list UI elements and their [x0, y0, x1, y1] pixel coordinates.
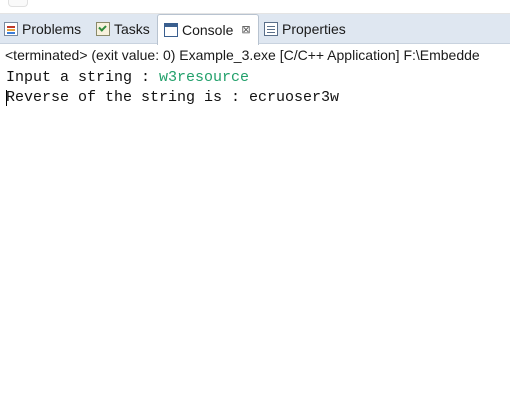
- tab-problems[interactable]: Problems: [4, 14, 81, 44]
- user-input-text: w3resource: [159, 69, 250, 86]
- close-icon[interactable]: ⊠: [241, 24, 250, 36]
- view-tab-bar: Problems Tasks Console ⊠ Properties: [0, 14, 510, 45]
- properties-icon: [264, 22, 278, 36]
- tasks-icon: [96, 22, 110, 36]
- console-icon: [164, 23, 178, 37]
- tab-console-label: Console: [182, 22, 234, 38]
- console-status-line: <terminated> (exit value: 0) Example_3.e…: [5, 47, 480, 63]
- text-cursor: [6, 90, 7, 106]
- console-line: Reverse of the string is : ecruoser3w: [6, 89, 340, 106]
- tab-problems-label: Problems: [22, 21, 82, 37]
- tab-tasks-label: Tasks: [114, 21, 150, 37]
- tab-console[interactable]: Console ⊠: [157, 14, 259, 45]
- input-prompt: Input a string :: [6, 69, 160, 86]
- tab-properties[interactable]: Properties: [264, 14, 346, 44]
- console-line: Input a string : w3resource: [6, 68, 339, 88]
- top-strip: [0, 0, 510, 14]
- console-output[interactable]: Input a string : w3resource Reverse of t…: [6, 68, 339, 108]
- minimized-view-handle[interactable]: [8, 0, 28, 7]
- tab-properties-label: Properties: [282, 21, 346, 37]
- tab-tasks[interactable]: Tasks: [96, 14, 150, 44]
- problems-icon: [4, 22, 18, 36]
